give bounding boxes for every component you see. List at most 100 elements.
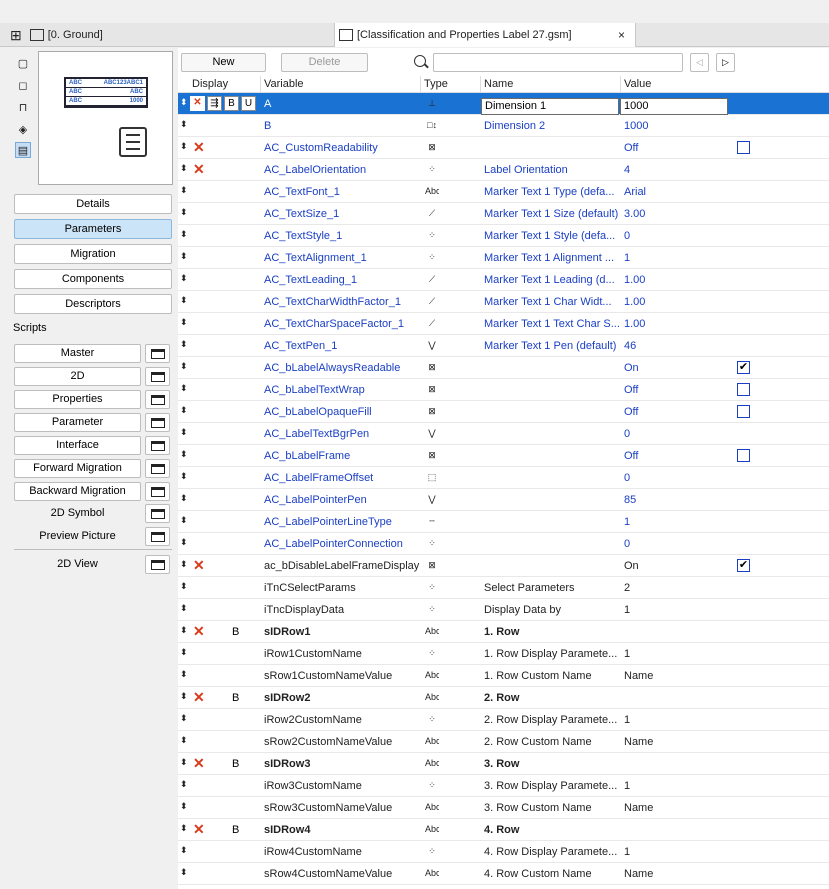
- table-row[interactable]: ⬍ AC_bLabelOpaqueFill ⊠ Off: [178, 401, 829, 423]
- nav-button-components[interactable]: Components: [14, 269, 172, 289]
- variable-name[interactable]: AC_CustomReadability: [264, 142, 424, 154]
- nav-button-details[interactable]: Details: [14, 194, 172, 214]
- table-row[interactable]: ⬍ sRow2CustomNameValue Abc 2. Row Custom Na…: [178, 731, 829, 753]
- value-checkbox[interactable]: [737, 141, 750, 154]
- parameter-value[interactable]: 1.00: [624, 296, 724, 308]
- col-type[interactable]: Type: [424, 78, 448, 90]
- drag-handle-icon[interactable]: ⬍: [180, 581, 190, 592]
- variable-name[interactable]: AC_TextLeading_1: [264, 274, 424, 286]
- drag-handle-icon[interactable]: ⬍: [180, 339, 190, 350]
- variable-name[interactable]: AC_LabelPointerLineType: [264, 516, 424, 528]
- prev-arrow-icon[interactable]: ◁: [690, 53, 709, 72]
- grid-icon[interactable]: ⊞: [10, 27, 22, 44]
- variable-name[interactable]: AC_bLabelFrame: [264, 450, 424, 462]
- variable-name[interactable]: sRow1CustomNameValue: [264, 670, 424, 682]
- script-button-parameter[interactable]: Parameter: [14, 413, 141, 432]
- film-icon[interactable]: ▤: [15, 142, 31, 158]
- table-row[interactable]: ⬍ iTnCSelectParams ⁘ Select Parameters 2: [178, 577, 829, 599]
- drag-handle-icon[interactable]: ⬍: [180, 647, 190, 658]
- value-field[interactable]: 1000: [620, 98, 728, 115]
- table-row[interactable]: ⬍ ✕ ⇶ B U A ⊥ Dimension 1 1000: [178, 93, 829, 115]
- table-row[interactable]: ⬍ AC_TextSize_1 ⟋ Marker Text 1 Size (defau…: [178, 203, 829, 225]
- parameter-value[interactable]: Off: [624, 384, 724, 396]
- variable-name[interactable]: AC_TextPen_1: [264, 340, 424, 352]
- parameter-value[interactable]: 85: [624, 494, 724, 506]
- table-row[interactable]: ⬍ AC_LabelFrameOffset ⬚ 0: [178, 467, 829, 489]
- value-checkbox[interactable]: [737, 449, 750, 462]
- drag-handle-icon[interactable]: ⬍: [180, 251, 190, 262]
- parameter-value[interactable]: 3.00: [624, 208, 724, 220]
- window-icon[interactable]: [145, 344, 170, 363]
- drag-handle-icon[interactable]: ⬍: [180, 691, 190, 702]
- value-checkbox[interactable]: ✔: [737, 361, 750, 374]
- drag-handle-icon[interactable]: ⬍: [180, 669, 190, 680]
- variable-name[interactable]: sRow4CustomNameValue: [264, 868, 424, 880]
- table-row[interactable]: ⬍ sRow1CustomNameValue Abc 1. Row Custom Na…: [178, 665, 829, 687]
- drag-handle-icon[interactable]: ⬍: [180, 207, 190, 218]
- table-row[interactable]: ⬍ AC_TextAlignment_1 ⁘ Marker Text 1 Alignm…: [178, 247, 829, 269]
- table-row[interactable]: ⬍ ✕ AC_CustomReadability ⊠ Off: [178, 137, 829, 159]
- tab-gsm-object[interactable]: [Classification and Properties Label 27.…: [334, 23, 636, 47]
- script-button-backward-migration[interactable]: Backward Migration: [14, 482, 141, 501]
- view-item-2d-symbol[interactable]: 2D Symbol: [14, 504, 141, 523]
- drag-handle-icon[interactable]: ⬍: [180, 779, 190, 790]
- table-row[interactable]: ⬍ ✕ BsIDRow2 Abc 2. Row: [178, 687, 829, 709]
- parameter-value[interactable]: 1: [624, 780, 724, 792]
- window-icon[interactable]: [145, 390, 170, 409]
- variable-name[interactable]: AC_bLabelOpaqueFill: [264, 406, 424, 418]
- table-row[interactable]: ⬍ AC_bLabelAlwaysReadable ⊠ On ✔: [178, 357, 829, 379]
- drag-handle-icon[interactable]: ⬍: [180, 163, 190, 174]
- parameter-value[interactable]: 1: [624, 648, 724, 660]
- parameter-value[interactable]: Off: [624, 406, 724, 418]
- next-arrow-icon[interactable]: ▷: [716, 53, 735, 72]
- table-row[interactable]: ⬍ AC_bLabelTextWrap ⊠ Off: [178, 379, 829, 401]
- drag-handle-icon[interactable]: ⬍: [180, 559, 190, 570]
- parameter-value[interactable]: 0: [624, 230, 724, 242]
- table-row[interactable]: ⬍ iRow4CustomName ⁘ 4. Row Display Paramete…: [178, 841, 829, 863]
- script-button-forward-migration[interactable]: Forward Migration: [14, 459, 141, 478]
- table-row[interactable]: ⬍ sRow3CustomNameValue Abc 3. Row Custom Na…: [178, 797, 829, 819]
- delete-button[interactable]: Delete: [281, 53, 368, 72]
- table-row[interactable]: ⬍ AC_LabelPointerLineType ╌ 1: [178, 511, 829, 533]
- drag-handle-icon[interactable]: ⬍: [180, 141, 190, 152]
- parameter-value[interactable]: Name: [624, 802, 724, 814]
- delete-x-icon[interactable]: ✕: [193, 821, 205, 838]
- drag-handle-icon[interactable]: ⬍: [180, 383, 190, 394]
- table-row[interactable]: ⬍ B □↕ Dimension 2 1000: [178, 115, 829, 137]
- floorplan-tool-icon[interactable]: ⊓: [15, 100, 31, 116]
- variable-name[interactable]: iRow1CustomName: [264, 648, 424, 660]
- parameter-value[interactable]: 46: [624, 340, 724, 352]
- value-checkbox[interactable]: ✔: [737, 559, 750, 572]
- search-input[interactable]: [433, 53, 683, 72]
- window-icon[interactable]: [145, 413, 170, 432]
- variable-name[interactable]: iRow4CustomName: [264, 846, 424, 858]
- window-icon[interactable]: [145, 504, 170, 523]
- window-icon[interactable]: [145, 459, 170, 478]
- parameter-value[interactable]: Arial: [624, 186, 724, 198]
- table-row[interactable]: ⬍ iRow1CustomName ⁘ 1. Row Display Paramete…: [178, 643, 829, 665]
- variable-name[interactable]: AC_TextSize_1: [264, 208, 424, 220]
- delete-x-icon[interactable]: ✕: [193, 623, 205, 640]
- delete-x-icon[interactable]: ✕: [193, 557, 205, 574]
- table-row[interactable]: ⬍ iTncDisplayData ⁘ Display Data by 1: [178, 599, 829, 621]
- script-button-properties[interactable]: Properties: [14, 390, 141, 409]
- parameter-value[interactable]: On: [624, 362, 724, 374]
- view-item-preview-picture[interactable]: Preview Picture: [14, 527, 141, 546]
- variable-name[interactable]: AC_TextAlignment_1: [264, 252, 424, 264]
- drag-handle-icon[interactable]: ⬍: [180, 515, 190, 526]
- variable-name[interactable]: iRow3CustomName: [264, 780, 424, 792]
- parameter-value[interactable]: Name: [624, 670, 724, 682]
- parameter-value[interactable]: 1: [624, 604, 724, 616]
- drag-handle-icon[interactable]: ⬍: [180, 361, 190, 372]
- parameter-value[interactable]: On: [624, 560, 724, 572]
- variable-name[interactable]: ac_bDisableLabelFrameDisplay: [264, 560, 424, 572]
- drag-handle-icon[interactable]: ⬍: [180, 185, 190, 196]
- variable-name[interactable]: AC_TextCharSpaceFactor_1: [264, 318, 424, 330]
- drag-handle-icon[interactable]: ⬍: [180, 119, 190, 130]
- variable-name[interactable]: AC_LabelFrameOffset: [264, 472, 424, 484]
- drag-handle-icon[interactable]: ⬍: [180, 625, 190, 636]
- table-row[interactable]: ⬍ ✕ BsIDRow1 Abc 1. Row: [178, 621, 829, 643]
- variable-name[interactable]: A: [264, 98, 424, 110]
- close-icon[interactable]: ×: [618, 28, 625, 42]
- drag-handle-icon[interactable]: ⬍: [180, 229, 190, 240]
